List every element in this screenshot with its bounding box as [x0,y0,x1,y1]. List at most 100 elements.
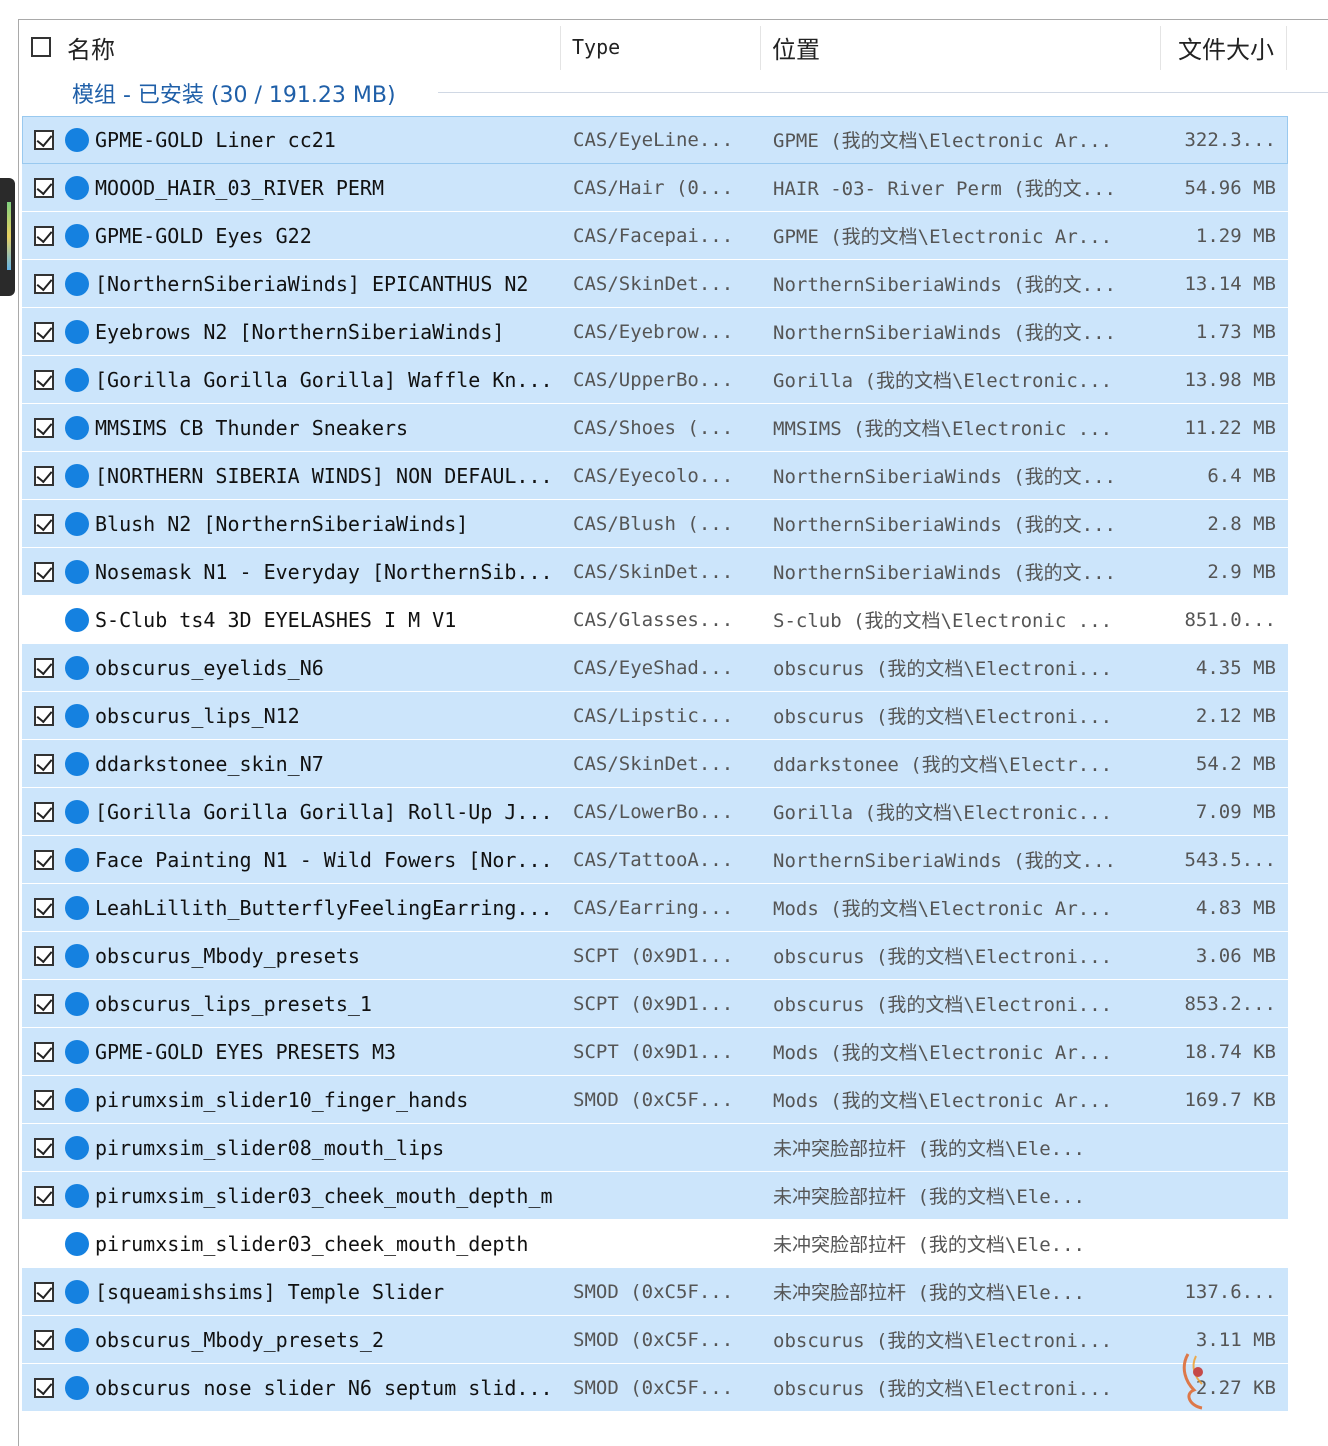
mod-name: obscurus_eyelids_N6 [95,655,324,680]
row-checkbox[interactable] [34,369,54,390]
mod-row[interactable]: Eyebrows N2 [NorthernSiberiaWinds] CAS/Ey… [22,308,1288,356]
mod-row[interactable]: pirumxsim_slider03_cheek_mouth_depth 未冲突脸… [22,1220,1288,1268]
mod-row[interactable]: pirumxsim_slider10_finger_hands SMOD (0xC… [22,1076,1288,1124]
row-checkbox[interactable] [34,657,54,678]
row-checkbox-cell [32,596,56,643]
row-checkbox[interactable] [34,273,54,294]
select-all-checkbox[interactable] [31,37,51,57]
status-icon-cell [64,452,90,499]
row-checkbox[interactable] [34,945,54,966]
row-checkbox-cell [32,1364,56,1411]
mod-row[interactable]: Face Painting N1 - Wild Fowers [Nor... CA… [22,836,1288,884]
row-checkbox[interactable] [34,561,54,582]
mod-location: 未冲突脸部拉杆 (我的文档\Ele... [773,1186,1085,1208]
mod-name: Blush N2 [NorthernSiberiaWinds] [95,511,469,536]
mod-location: NorthernSiberiaWinds (我的文... [773,514,1116,536]
mod-location: obscurus (我的文档\Electroni... [773,946,1113,968]
column-name[interactable]: 名称 [67,20,547,74]
mod-location: obscurus (我的文档\Electroni... [773,1330,1113,1352]
mod-location: obscurus (我的文档\Electroni... [773,1378,1113,1400]
mod-row[interactable]: [NorthernSiberiaWinds] EPICANTHUS N2 CAS/… [22,260,1288,308]
column-divider[interactable] [1286,26,1287,70]
mod-row[interactable]: GPME-GOLD Eyes G22 CAS/Facepai... GPME (我的… [22,212,1288,260]
status-dot-icon [65,367,89,392]
mod-row[interactable]: ddarkstonee_skin_N7 CAS/SkinDet... ddarkst… [22,740,1288,788]
row-checkbox-cell [32,1076,56,1123]
row-checkbox[interactable] [34,513,54,534]
mod-row[interactable]: obscurus nose slider N6 septum slid... SM… [22,1364,1288,1412]
mod-name: ddarkstonee_skin_N7 [95,751,324,776]
row-checkbox[interactable] [34,129,54,150]
mod-name: pirumxsim_slider03_cheek_mouth_depth [95,1231,529,1256]
mod-location: NorthernSiberiaWinds (我的文... [773,466,1116,488]
row-checkbox[interactable] [34,417,54,438]
mod-size: 13.14 MB [1184,272,1276,295]
row-checkbox[interactable] [34,801,54,822]
mod-row[interactable]: MMSIMS CB Thunder Sneakers CAS/Shoes (...… [22,404,1288,452]
side-panel-tab[interactable] [0,178,15,296]
mod-row[interactable]: [Gorilla Gorilla Gorilla] Waffle Kn... CA… [22,356,1288,404]
mod-row[interactable]: [Gorilla Gorilla Gorilla] Roll-Up J... CA… [22,788,1288,836]
mod-type: CAS/Lipstic... [573,704,734,727]
mod-row[interactable]: obscurus_lips_presets_1 SCPT (0x9D1... obs… [22,980,1288,1028]
mod-row[interactable]: obscurus_eyelids_N6 CAS/EyeShad... obscuru… [22,644,1288,692]
mod-row[interactable]: pirumxsim_slider03_cheek_mouth_depth_m 未冲… [22,1172,1288,1220]
row-checkbox-cell [32,116,56,163]
row-checkbox[interactable] [34,705,54,726]
row-checkbox[interactable] [34,849,54,870]
row-checkbox[interactable] [34,465,54,486]
mod-location: GPME (我的文档\Electronic Ar... [773,130,1113,152]
status-icon-cell [64,212,90,259]
group-header-installed-mods[interactable]: 模组 - 已安装 (30 / 191.23 MB) [72,74,396,112]
mod-location: obscurus (我的文档\Electroni... [773,658,1113,680]
mod-size: 18.74 KB [1184,1040,1276,1063]
row-checkbox[interactable] [34,1281,54,1302]
mod-row[interactable]: Nosemask N1 - Everyday [NorthernSib... CA… [22,548,1288,596]
row-checkbox[interactable] [34,225,54,246]
row-checkbox-cell [32,740,56,787]
column-location[interactable]: 位置 [772,20,1152,74]
row-checkbox[interactable] [34,993,54,1014]
mod-type: SCPT (0x9D1... [573,992,734,1015]
mod-row[interactable]: pirumxsim_slider08_mouth_lips 未冲突脸部拉杆 (我的… [22,1124,1288,1172]
mod-row[interactable]: S-Club ts4 3D EYELASHES I M V1 CAS/Glasse… [22,596,1288,644]
row-checkbox[interactable] [34,1089,54,1110]
mod-name: obscurus_Mbody_presets_2 [95,1327,384,1352]
mod-type: CAS/EyeShad... [573,656,734,679]
column-size[interactable]: 文件大小 [1178,20,1288,74]
row-checkbox-cell [32,644,56,691]
row-checkbox[interactable] [34,1041,54,1062]
column-divider[interactable] [560,26,561,70]
mod-row[interactable]: Blush N2 [NorthernSiberiaWinds] CAS/Blush… [22,500,1288,548]
mod-row[interactable]: [NORTHERN SIBERIA WINDS] NON DEFAUL... CA… [22,452,1288,500]
row-checkbox[interactable] [34,177,54,198]
row-checkbox[interactable] [34,1329,54,1350]
status-dot-icon [65,1375,89,1400]
mod-location: obscurus (我的文档\Electroni... [773,706,1113,728]
row-checkbox[interactable] [34,897,54,918]
mod-row[interactable]: obscurus_lips_N12 CAS/Lipstic... obscurus … [22,692,1288,740]
row-checkbox[interactable] [34,1377,54,1398]
column-type[interactable]: Type [572,20,752,74]
mod-row[interactable]: GPME-GOLD Liner cc21 CAS/EyeLine... GPME (… [22,116,1288,164]
row-checkbox-cell [32,548,56,595]
mod-row[interactable]: GPME-GOLD EYES PRESETS M3 SCPT (0x9D1... M… [22,1028,1288,1076]
status-icon-cell [64,836,90,883]
row-checkbox[interactable] [34,1137,54,1158]
status-dot-icon [65,223,89,248]
mod-size: 543.5... [1184,848,1276,871]
mod-row[interactable]: obscurus_Mbody_presets SCPT (0x9D1... obsc… [22,932,1288,980]
column-divider[interactable] [760,26,761,70]
mod-row[interactable]: [squeamishsims] Temple Slider SMOD (0xC5F… [22,1268,1288,1316]
column-divider[interactable] [1160,26,1161,70]
mod-row[interactable]: MOOOD_HAIR_03_RIVER PERM CAS/Hair (0... HA… [22,164,1288,212]
status-icon-cell [64,308,90,355]
mod-name: obscurus nose slider N6 septum slid... [95,1375,553,1400]
mod-type: CAS/Glasses... [573,608,734,631]
status-dot-icon [65,655,89,680]
mod-row[interactable]: obscurus_Mbody_presets_2 SMOD (0xC5F... ob… [22,1316,1288,1364]
mod-row[interactable]: LeahLillith_ButterflyFeelingEarring... CA… [22,884,1288,932]
row-checkbox[interactable] [34,753,54,774]
row-checkbox[interactable] [34,321,54,342]
row-checkbox[interactable] [34,1185,54,1206]
